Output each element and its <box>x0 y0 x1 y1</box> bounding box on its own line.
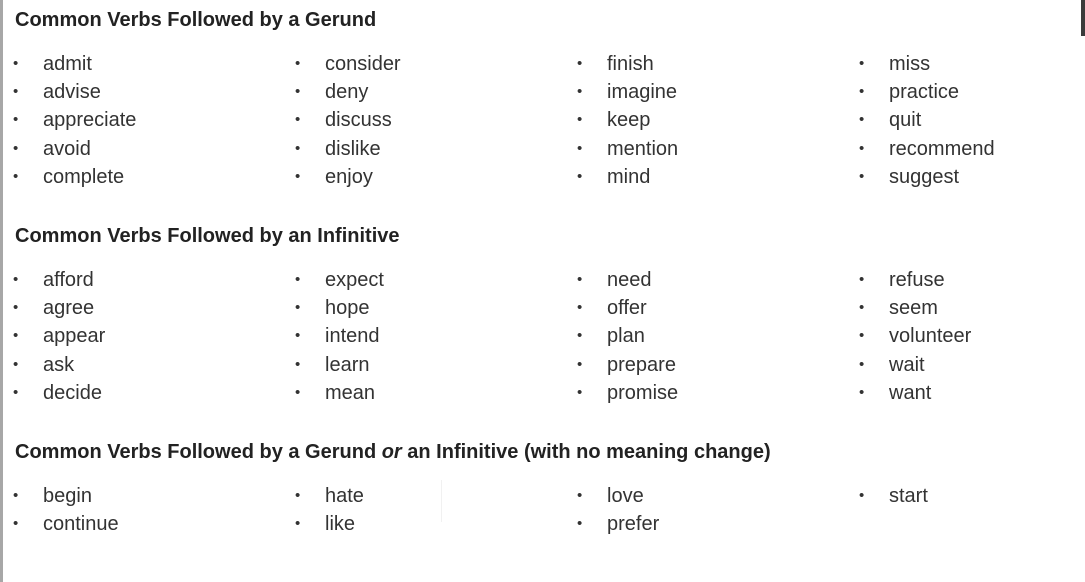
verb-list-item: want <box>859 379 1085 407</box>
verb-list-item: mind <box>577 163 827 191</box>
gerund-section-title: Common Verbs Followed by a Gerund <box>15 9 377 31</box>
verb-list-item: admit <box>13 50 263 78</box>
verb-list-item: seem <box>859 294 1085 322</box>
verb-list-item: plan <box>577 322 827 350</box>
verb-list-item: wait <box>859 351 1085 379</box>
verb-column: begin continue <box>13 482 263 539</box>
verb-list-item: enjoy <box>295 163 545 191</box>
verb-column: miss practice quit recommend suggest <box>859 50 1085 191</box>
verb-list-item: miss <box>859 50 1085 78</box>
verb-list-item: advise <box>13 78 263 106</box>
verb-list-item: imagine <box>577 78 827 106</box>
verb-column: start <box>859 482 1085 510</box>
title-emphasis: or <box>381 441 402 463</box>
verb-list-item: intend <box>295 322 545 350</box>
verb-list-item: love <box>577 482 827 510</box>
verb-column: admit advise appreciate avoid complete <box>13 50 263 191</box>
verb-list-item: recommend <box>859 135 1085 163</box>
verb-list-item: avoid <box>13 135 263 163</box>
verb-column: afford agree appear ask decide <box>13 266 263 407</box>
verb-list-item: continue <box>13 510 263 538</box>
verb-column: refuse seem volunteer wait want <box>859 266 1085 407</box>
verb-column: consider deny discuss dislike enjoy <box>295 50 545 191</box>
verb-column: expect hope intend learn mean <box>295 266 545 407</box>
left-border <box>0 0 3 582</box>
verb-list-item: need <box>577 266 827 294</box>
verb-list-item: decide <box>13 379 263 407</box>
verb-column: hate like <box>295 482 545 539</box>
verb-list-item: refuse <box>859 266 1085 294</box>
verb-list-item: prepare <box>577 351 827 379</box>
verb-list-item: dislike <box>295 135 545 163</box>
divider <box>441 480 442 522</box>
verb-list-item: prefer <box>577 510 827 538</box>
verb-list-item: ask <box>13 351 263 379</box>
verb-list-item: begin <box>13 482 263 510</box>
title-part: an Infinitive (with no meaning change) <box>401 441 771 463</box>
verb-list-item: start <box>859 482 1085 510</box>
verb-list-item: volunteer <box>859 322 1085 350</box>
infinitive-section-title: Common Verbs Followed by an Infinitive <box>15 225 400 247</box>
scrollbar-edge <box>1081 0 1085 36</box>
verb-list-item: quit <box>859 106 1085 134</box>
verb-list-item: appreciate <box>13 106 263 134</box>
verb-column: finish imagine keep mention mind <box>577 50 827 191</box>
verb-list-item: appear <box>13 322 263 350</box>
verb-list-item: learn <box>295 351 545 379</box>
verb-list-item: discuss <box>295 106 545 134</box>
verb-list-item: practice <box>859 78 1085 106</box>
verb-list-item: finish <box>577 50 827 78</box>
gerund-or-infinitive-section-title: Common Verbs Followed by a Gerund or an … <box>15 440 771 464</box>
verb-list-item: afford <box>13 266 263 294</box>
verb-list-item: like <box>295 510 545 538</box>
verb-list-item: offer <box>577 294 827 322</box>
verb-list-item: suggest <box>859 163 1085 191</box>
verb-list-item: mention <box>577 135 827 163</box>
verb-list-item: agree <box>13 294 263 322</box>
title-part: Common Verbs Followed by a Gerund <box>15 441 382 463</box>
verb-list-item: expect <box>295 266 545 294</box>
verb-list-item: keep <box>577 106 827 134</box>
verb-list-item: mean <box>295 379 545 407</box>
verb-column: need offer plan prepare promise <box>577 266 827 407</box>
verb-list-item: promise <box>577 379 827 407</box>
verb-list-item: complete <box>13 163 263 191</box>
verb-column: love prefer <box>577 482 827 539</box>
verb-list-item: hope <box>295 294 545 322</box>
verb-list-item: consider <box>295 50 545 78</box>
verb-list-item: deny <box>295 78 545 106</box>
verb-list-item: hate <box>295 482 545 510</box>
